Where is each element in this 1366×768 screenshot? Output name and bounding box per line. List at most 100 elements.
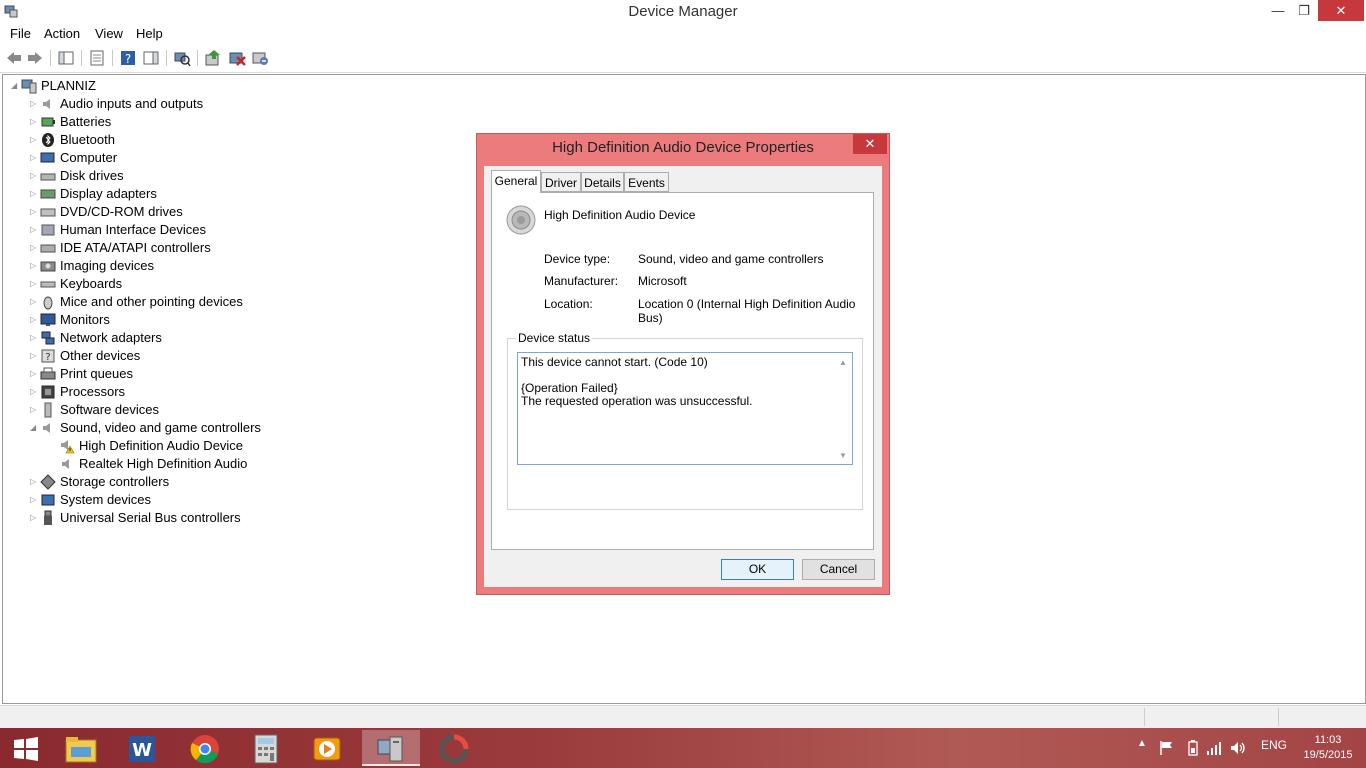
action-center-flag-icon[interactable]: [1159, 740, 1175, 756]
collapse-arrow-icon[interactable]: ◢: [30, 419, 40, 437]
scroll-down-icon[interactable]: ▼: [839, 449, 847, 462]
tree-item-label: Monitors: [60, 312, 110, 327]
expand-arrow-icon[interactable]: ▷: [30, 203, 40, 221]
maximize-button[interactable]: ❐: [1290, 0, 1318, 21]
device-type-label: Device type:: [544, 252, 611, 266]
volume-tray-icon[interactable]: [1230, 740, 1246, 756]
battery-icon: [41, 117, 55, 127]
status-scrollbar[interactable]: ▲ ▼: [835, 353, 852, 464]
calculator-icon: [254, 734, 278, 764]
start-button[interactable]: [0, 730, 54, 766]
location-label: Location:: [544, 297, 593, 311]
tree-item-label: Audio inputs and outputs: [60, 96, 204, 111]
expand-arrow-icon[interactable]: ▷: [30, 185, 40, 203]
expand-arrow-icon[interactable]: ▷: [30, 329, 40, 347]
properties-icon[interactable]: [88, 49, 106, 67]
expand-arrow-icon[interactable]: ▷: [30, 473, 40, 491]
tab-details[interactable]: Details: [581, 172, 624, 192]
word-icon: W: [129, 736, 155, 762]
network-tray-icon[interactable]: [1206, 740, 1222, 756]
expand-arrow-icon[interactable]: ▷: [30, 95, 40, 113]
expand-arrow-icon[interactable]: ▷: [30, 131, 40, 149]
show-hide-action-pane-icon[interactable]: [142, 49, 160, 67]
help-icon[interactable]: ?: [119, 49, 137, 67]
disable-device-icon[interactable]: [228, 49, 246, 67]
update-driver-icon[interactable]: [204, 49, 222, 67]
tree-item-label: Realtek High Definition Audio: [79, 456, 248, 471]
toolbar: ?: [0, 44, 1366, 73]
expand-arrow-icon[interactable]: ▷: [30, 401, 40, 419]
manufacturer-label: Manufacturer:: [544, 274, 619, 288]
back-icon[interactable]: [5, 49, 23, 67]
tab-driver[interactable]: Driver: [541, 172, 581, 192]
taskbar-file-explorer[interactable]: [54, 730, 108, 766]
show-hidden-icons-icon[interactable]: ▲: [1137, 738, 1147, 749]
menu-action[interactable]: Action: [44, 26, 80, 41]
tab-events[interactable]: Events: [624, 172, 669, 192]
expand-arrow-icon[interactable]: ▷: [30, 509, 40, 527]
expand-arrow-icon[interactable]: ▷: [30, 347, 40, 365]
expand-arrow-icon[interactable]: ▷: [30, 293, 40, 311]
uninstall-device-icon[interactable]: [251, 49, 269, 67]
clock[interactable]: 11:03 19/5/2015: [1298, 733, 1358, 763]
expand-arrow-icon[interactable]: ▷: [30, 113, 40, 131]
status-bar: [0, 705, 1366, 728]
location-value: Location 0 (Internal High Definition Aud…: [638, 297, 856, 325]
expand-arrow-icon[interactable]: ▷: [30, 167, 40, 185]
forward-icon[interactable]: [26, 49, 44, 67]
menu-view[interactable]: View: [95, 26, 123, 41]
toolbar-separator: [81, 50, 82, 66]
taskbar-app[interactable]: [427, 730, 481, 766]
tree-item-label: Network adapters: [60, 330, 162, 345]
status-line: The requested operation was unsuccessful…: [521, 394, 753, 408]
tree-item-label: Sound, video and game controllers: [60, 420, 261, 435]
dialog-close-button[interactable]: ✕: [853, 134, 887, 154]
menu-file[interactable]: File: [10, 26, 31, 41]
expand-arrow-icon[interactable]: ▷: [30, 311, 40, 329]
taskbar: W ▲ ENG 11:03 19/5/2015: [0, 728, 1366, 768]
menu-help[interactable]: Help: [136, 26, 163, 41]
device-status-textbox[interactable]: This device cannot start. (Code 10) {Ope…: [517, 352, 853, 465]
cancel-button[interactable]: Cancel: [802, 559, 875, 580]
taskbar-device-manager[interactable]: [362, 730, 420, 766]
close-button[interactable]: ✕: [1318, 0, 1364, 21]
tree-item-label: Computer: [60, 150, 118, 165]
hid-icon: [41, 224, 55, 236]
taskbar-media-player[interactable]: [300, 730, 354, 766]
chrome-icon: [190, 735, 219, 764]
show-hide-console-tree-icon[interactable]: [57, 49, 75, 67]
title-bar: Device Manager — ❐ ✕: [0, 0, 1366, 24]
collapse-arrow-icon[interactable]: ◢: [11, 77, 21, 95]
expand-arrow-icon[interactable]: ▷: [30, 239, 40, 257]
svg-text:?: ?: [45, 352, 50, 363]
keyboard-icon: [40, 281, 56, 288]
tree-item-label: Disk drives: [60, 168, 124, 183]
tree-item-label: Bluetooth: [60, 132, 115, 147]
speaker-icon: [43, 423, 50, 433]
scroll-up-icon[interactable]: ▲: [839, 356, 847, 369]
bluetooth-icon: [42, 133, 54, 147]
tree-item-label: Human Interface Devices: [60, 222, 206, 237]
ok-button[interactable]: OK: [721, 559, 794, 580]
language-indicator[interactable]: ENG: [1261, 738, 1287, 752]
svg-text:W: W: [132, 740, 152, 761]
tree-root-label: PLANNIZ: [41, 78, 96, 93]
tab-general[interactable]: General: [491, 170, 541, 193]
battery-tray-icon[interactable]: [1187, 740, 1199, 756]
expand-arrow-icon[interactable]: ▷: [30, 275, 40, 293]
expand-arrow-icon[interactable]: ▷: [30, 257, 40, 275]
minimize-button[interactable]: —: [1264, 0, 1292, 21]
taskbar-calculator[interactable]: [239, 730, 293, 766]
expand-arrow-icon[interactable]: ▷: [30, 365, 40, 383]
start-icon: [14, 737, 38, 761]
taskbar-word[interactable]: W: [115, 730, 169, 766]
software-device-icon: [44, 402, 52, 418]
expand-arrow-icon[interactable]: ▷: [30, 221, 40, 239]
expand-arrow-icon[interactable]: ▷: [30, 383, 40, 401]
device-manager-icon: [377, 736, 403, 762]
taskbar-chrome[interactable]: [178, 730, 232, 766]
speaker-device-icon: [506, 205, 536, 235]
expand-arrow-icon[interactable]: ▷: [30, 149, 40, 167]
expand-arrow-icon[interactable]: ▷: [30, 491, 40, 509]
scan-hardware-icon[interactable]: [173, 49, 191, 67]
